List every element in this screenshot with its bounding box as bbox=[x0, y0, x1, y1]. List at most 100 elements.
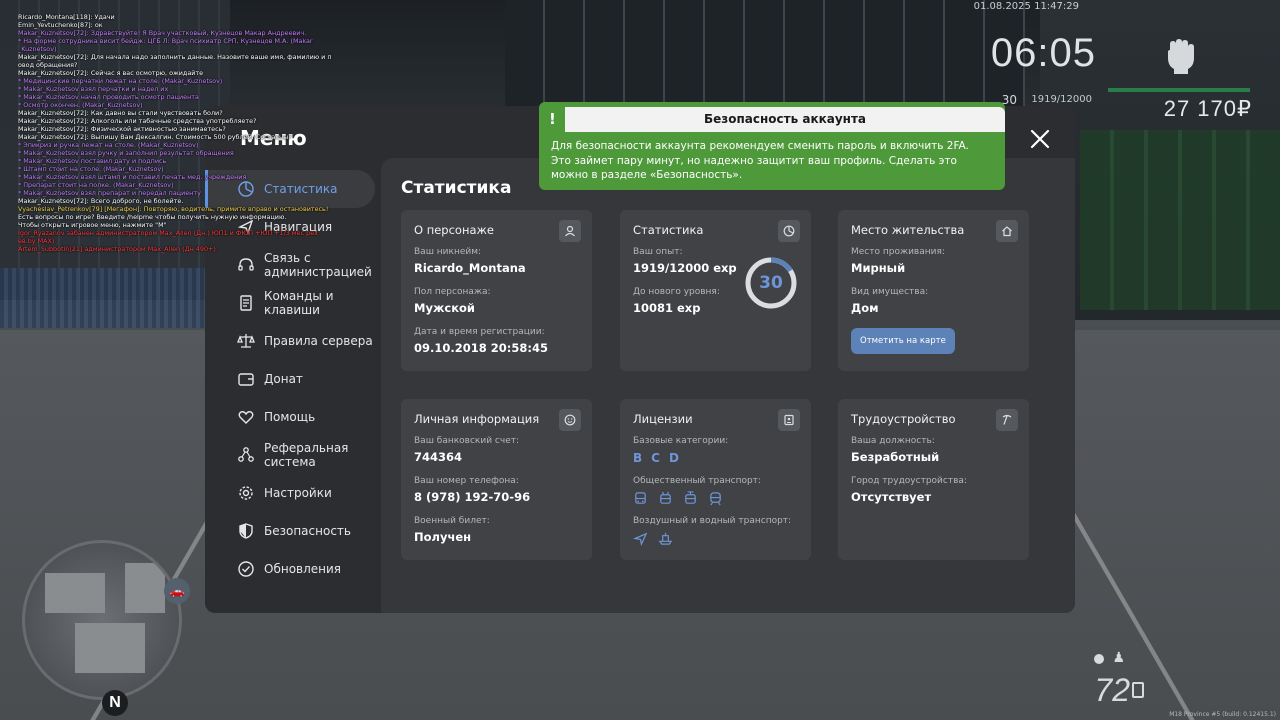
field-label: Ваш банковский счет: bbox=[414, 436, 520, 446]
chat-line: Artem_Subbotin[21] администратором Max_A… bbox=[18, 245, 216, 253]
sidebar-item-label: Безопасность bbox=[264, 524, 351, 538]
house-icon bbox=[996, 220, 1018, 242]
exclamation-icon: ! bbox=[549, 110, 556, 128]
chat-line: _Kuznetsov) bbox=[18, 45, 57, 53]
card-progress: Статистика Ваш опыт: 1919/12000 exp До н… bbox=[620, 210, 811, 371]
document-icon bbox=[237, 294, 255, 312]
chat-line: * Makar_Kuznetsov взял препарат и переда… bbox=[18, 189, 201, 197]
card-employment: Трудоустройство Ваша должность: Безработ… bbox=[838, 399, 1029, 560]
tram-icon bbox=[685, 491, 696, 504]
hud-exp: 1919/12000 bbox=[1031, 94, 1092, 105]
field-label: Общественный транспорт: bbox=[633, 476, 761, 486]
field-label: Ваш никнейм: bbox=[414, 247, 482, 257]
chat-line: Makar_Kuznetsov[72]: Физической активнос… bbox=[18, 125, 226, 133]
hud-clock: 06:05 bbox=[990, 31, 1096, 75]
referral-icon bbox=[237, 446, 255, 464]
license-categories: BCD bbox=[633, 451, 798, 465]
card-title: Личная информация bbox=[414, 412, 540, 426]
close-icon[interactable] bbox=[1028, 127, 1052, 151]
chat-line: овод обращения? bbox=[18, 61, 78, 69]
sidebar-item-label: Команды и клавиши bbox=[264, 289, 334, 317]
notification-text: Для безопасности аккаунта рекомендуем см… bbox=[551, 140, 969, 181]
mark-on-map-button[interactable]: Отметить на карте bbox=[851, 328, 955, 354]
residence-value: Мирный bbox=[851, 261, 906, 275]
chat-line: Makar_Kuznetsov[72]: Выпишу Вам Дексалги… bbox=[18, 133, 292, 141]
chat-line: Makar_Kuznetsov[72]: Для начала надо зап… bbox=[18, 53, 332, 61]
pie-chart-icon bbox=[778, 220, 800, 242]
chat-line: Makar_Kuznetsov[72]: Сейчас я вас осмотр… bbox=[18, 69, 204, 77]
job-city-value: Отсутствует bbox=[851, 490, 932, 504]
sidebar-item-heart-hands[interactable]: Помощь bbox=[205, 398, 381, 436]
chat-line: * Makar_Kuznetsov поставил дату и подпис… bbox=[18, 157, 167, 165]
chat-line: Makar_Kuznetsov[72]: Алкоголь или табачн… bbox=[18, 117, 257, 125]
stats-content: Статистика О персонаже Ваш никнейм: Rica… bbox=[381, 158, 1075, 613]
chat-line: * Makar_Kuznetsov взял перчатки и надел … bbox=[18, 85, 169, 93]
chat-log: Ricardo_Montana[118]: Удачи Emin_Yevtuche… bbox=[18, 13, 348, 253]
gear-icon bbox=[237, 484, 255, 502]
sidebar-item-label: Настройки bbox=[264, 486, 332, 500]
chat-line: * Makar_Kuznetsov взял ручку и заполнил … bbox=[18, 149, 234, 157]
north-indicator: N bbox=[102, 690, 128, 716]
air-water-licenses bbox=[633, 531, 798, 546]
fence bbox=[0, 268, 230, 328]
chat-line: * На форме сотрудника висит бейдж: ЦГБ Л… bbox=[18, 37, 313, 45]
vehicle-icon: 🚗 bbox=[164, 578, 190, 604]
field-label: Дата и время регистрации: bbox=[414, 327, 545, 337]
card-character: О персонаже Ваш никнейм: Ricardo_Montana… bbox=[401, 210, 592, 371]
airplane-icon bbox=[633, 532, 648, 546]
field-label: Вид имущества: bbox=[851, 287, 929, 297]
heart-hands-icon bbox=[237, 408, 255, 426]
sidebar-item-label: Правила сервера bbox=[264, 334, 373, 348]
trolleybus-icon bbox=[660, 491, 671, 504]
security-notification[interactable]: ! Безопасность аккаунта Для безопасности… bbox=[539, 102, 1005, 190]
chat-line: * Штамп стоит на столе. (Makar_Kuznetsov… bbox=[18, 165, 164, 173]
build-info: M18 Province #5 (build: 0.12415.1) bbox=[1169, 711, 1276, 718]
registration-value: 09.10.2018 20:58:45 bbox=[414, 341, 548, 355]
chat-line: * Эпикриз и ручка лежат на столе. (Makar… bbox=[18, 141, 199, 149]
field-label: Ваш номер телефона: bbox=[414, 476, 519, 486]
chat-line: Чтобы открыть игровое меню, нажмите "M" bbox=[18, 221, 167, 229]
license-category: D bbox=[668, 451, 679, 465]
sidebar-item-wallet[interactable]: Донат bbox=[205, 360, 381, 398]
phone-value: 8 (978) 192-70-96 bbox=[414, 490, 531, 504]
chat-line: Vyacheslav_Petrenkov[79] [Мегафон]: Повт… bbox=[18, 205, 329, 213]
chat-line: ев.by MAX) bbox=[18, 237, 55, 245]
id-card-icon bbox=[778, 409, 800, 431]
card-title: Трудоустройство bbox=[851, 412, 956, 426]
sidebar-item-label: Связь с администрацией bbox=[264, 251, 372, 279]
sidebar-item-referral[interactable]: Реферальная система bbox=[205, 436, 381, 474]
card-title: О персонаже bbox=[414, 223, 494, 237]
field-label: Ваша должность: bbox=[851, 436, 935, 446]
indicator-icon bbox=[1094, 654, 1104, 664]
notification-title: Безопасность аккаунта bbox=[565, 107, 1005, 132]
sidebar-item-document[interactable]: Команды и клавиши bbox=[205, 284, 381, 322]
field-label: Военный билет: bbox=[414, 516, 490, 526]
field-label: Базовые категории: bbox=[633, 436, 729, 446]
stats-title: Статистика bbox=[401, 178, 512, 198]
bank-account-value: 744364 bbox=[414, 450, 463, 464]
sidebar-item-shield[interactable]: Безопасность bbox=[205, 512, 381, 550]
sidebar-item-scales[interactable]: Правила сервера bbox=[205, 322, 381, 360]
minimap[interactable] bbox=[22, 540, 182, 700]
sidebar-item-gear[interactable]: Настройки bbox=[205, 474, 381, 512]
shield-icon bbox=[237, 522, 255, 540]
sidebar-item-label: Обновления bbox=[264, 562, 342, 576]
license-category: B bbox=[633, 451, 643, 465]
headset-icon bbox=[237, 256, 255, 274]
field-label: Город трудоустройства: bbox=[851, 476, 967, 486]
gender-value: Мужской bbox=[414, 301, 475, 315]
card-personal: Личная информация Ваш банковский счет: 7… bbox=[401, 399, 592, 560]
chat-line: Emin_Yevtuchenko[87]: ок bbox=[18, 21, 103, 29]
sidebar-item-update[interactable]: Обновления bbox=[205, 550, 381, 588]
sidebar-item-label: Реферальная система bbox=[264, 441, 349, 469]
card-title: Лицензии bbox=[633, 412, 693, 426]
card-title: Статистика bbox=[633, 223, 704, 237]
chat-line: Есть вопросы по игре? Введите /helpme чт… bbox=[18, 213, 287, 221]
seatbelt-icon: ♟ bbox=[1112, 650, 1125, 666]
scales-icon bbox=[237, 332, 255, 350]
chat-line: Ricardo_Montana[118]: Удачи bbox=[18, 13, 115, 21]
chat-line: * Препарат стоит на полке. (Makar_Kuznet… bbox=[18, 181, 174, 189]
nickname-value: Ricardo_Montana bbox=[414, 261, 526, 275]
chat-line: * Медицинские перчатки лежат на столе. (… bbox=[18, 77, 223, 85]
train bbox=[1080, 130, 1280, 310]
